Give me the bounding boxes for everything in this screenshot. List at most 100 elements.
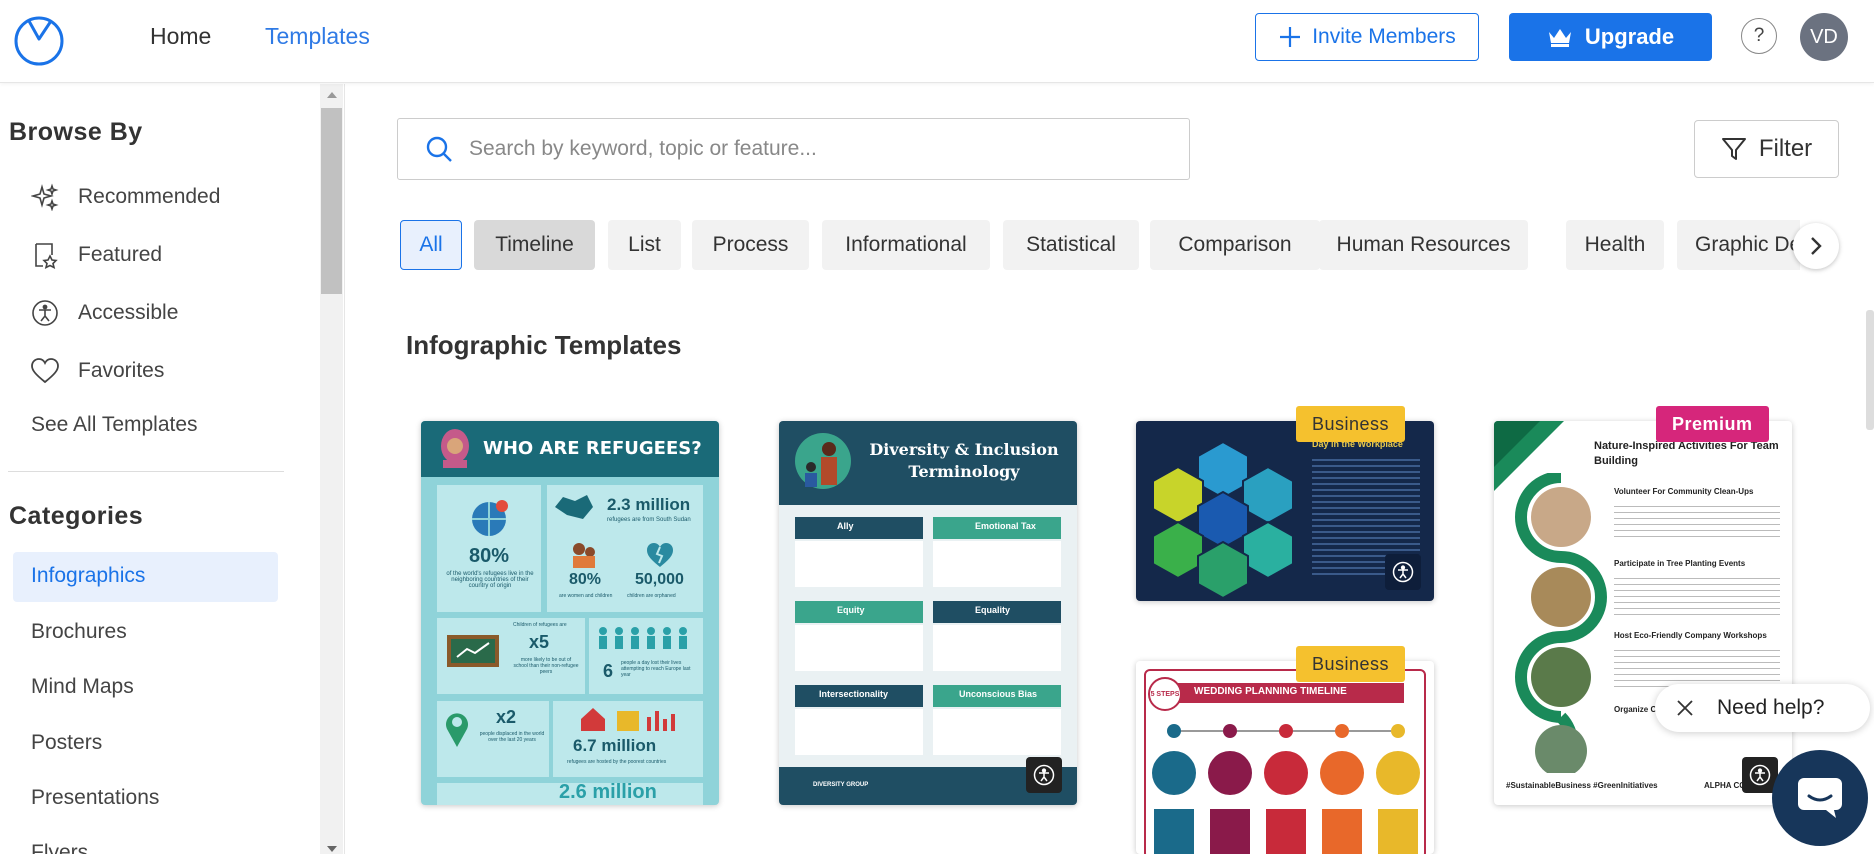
sidebar-divider [8, 471, 284, 472]
sidebar-item-accessible[interactable]: Accessible [30, 293, 178, 333]
stat-value: x5 [529, 632, 550, 652]
stat-value: 6.7 million [573, 736, 657, 755]
chip-informational[interactable]: Informational [822, 220, 990, 270]
family-icon [573, 543, 595, 568]
nav-templates[interactable]: Templates [265, 22, 370, 50]
card-title: WHO ARE REFUGEES? [483, 438, 702, 459]
card-title: WEDDING PLANNING TIMELINE [1194, 686, 1347, 697]
filter-icon [1721, 138, 1746, 160]
avatar[interactable]: VD [1800, 13, 1848, 61]
house-money-chart-icon [581, 708, 675, 731]
card-title: Diversity & Inclusion Terminology [869, 440, 1059, 481]
crown-icon [1548, 29, 1571, 47]
term-label: Intersectionality [819, 689, 889, 699]
help-text: Need help? [1717, 696, 1825, 719]
sidebar-item-brochures[interactable]: Brochures [31, 620, 127, 644]
stat-caption: children are orphaned [627, 593, 676, 599]
template-card-diversity[interactable]: Diversity & Inclusion Terminology Ally E… [779, 421, 1077, 805]
chip-health[interactable]: Health [1566, 220, 1664, 270]
chip-comparison[interactable]: Comparison [1150, 220, 1320, 270]
filter-button[interactable]: Filter [1694, 120, 1839, 178]
chip-timeline[interactable]: Timeline [474, 220, 595, 270]
sidebar-item-favorites[interactable]: Favorites [30, 351, 164, 391]
upgrade-button[interactable]: Upgrade [1509, 13, 1712, 61]
accessibility-icon [30, 298, 60, 328]
chip-human-resources[interactable]: Human Resources [1319, 220, 1528, 270]
upgrade-label: Upgrade [1584, 24, 1675, 49]
term-body [795, 541, 923, 587]
chips-next-button[interactable] [1793, 223, 1839, 269]
card-footer-label: DIVERSITY GROUP [813, 782, 869, 788]
sidebar-item-mind-maps[interactable]: Mind Maps [31, 675, 134, 699]
timeline-steps-icon [1152, 724, 1420, 854]
chalkboard-icon [447, 635, 499, 667]
term-label: Unconscious Bias [959, 689, 1038, 699]
template-card-nature[interactable]: Nature-Inspired Activities For Team Buil… [1494, 421, 1792, 805]
term-body [933, 709, 1061, 755]
chip-statistical[interactable]: Statistical [1003, 220, 1139, 270]
sidebar-scrollbar-thumb[interactable] [321, 108, 342, 294]
sidebar-item-featured[interactable]: Featured [30, 235, 162, 275]
plus-icon [1280, 27, 1301, 47]
sidebar-item-recommended[interactable]: Recommended [30, 177, 220, 217]
term-label: Equality [975, 605, 1011, 615]
help-button[interactable]: ? [1741, 18, 1777, 54]
sidebar-item-flyers[interactable]: Flyers [31, 841, 88, 854]
term-body [933, 541, 1061, 587]
scroll-up-arrow-icon[interactable] [327, 92, 337, 98]
nav-home[interactable]: Home [150, 22, 211, 50]
accessible-badge-icon [1385, 554, 1421, 590]
scroll-down-arrow-icon[interactable] [327, 846, 337, 852]
person-illustration-icon [441, 429, 469, 468]
search-icon [426, 136, 452, 162]
chat-button[interactable] [1772, 750, 1868, 846]
stat-caption: people a day lost their lives attempting… [621, 660, 691, 678]
photo-chain-icon [1515, 473, 1607, 773]
sidebar-item-infographics[interactable]: Infographics [31, 564, 145, 588]
term-label: Equity [837, 605, 865, 615]
sidebar-item-label: Featured [78, 243, 163, 266]
steps-badge: 5 STEPS [1148, 677, 1182, 711]
sidebar-item-presentations[interactable]: Presentations [31, 786, 159, 810]
invite-members-label: Invite Members [1312, 25, 1456, 48]
text-lines [1614, 501, 1780, 541]
stat-caption: Children of refugees are [513, 622, 567, 628]
main-scrollbar[interactable] [1866, 310, 1874, 430]
map-icon [555, 495, 593, 519]
chip-all[interactable]: All [400, 220, 462, 270]
star-document-icon [30, 240, 60, 270]
location-pin-icon [446, 713, 468, 747]
people-illustration-icon [795, 433, 851, 489]
sidebar: Browse By Recommended Featured Accessibl… [0, 84, 345, 854]
stat-value: 2.3 million [607, 495, 691, 514]
sidebar-item-label: Recommended [78, 185, 221, 208]
broken-heart-icon [647, 543, 673, 567]
chip-graphic-design[interactable]: Graphic De [1677, 220, 1800, 270]
template-card-wedding[interactable]: WEDDING PLANNING TIMELINE 5 STEPS [1136, 661, 1434, 854]
activity-title: Volunteer For Community Clean-Ups [1614, 487, 1754, 496]
sidebar-item-label: Favorites [78, 359, 165, 382]
filter-label: Filter [1758, 135, 1813, 162]
close-icon[interactable] [1673, 696, 1697, 720]
business-badge: Business [1296, 406, 1406, 442]
help-bubble[interactable]: Need help? [1655, 684, 1870, 732]
sidebar-item-posters[interactable]: Posters [31, 731, 102, 755]
chip-process[interactable]: Process [692, 220, 809, 270]
activity-title: Host Eco-Friendly Company Workshops [1614, 631, 1767, 640]
chat-icon [1798, 778, 1842, 818]
see-all-templates-link[interactable]: See All Templates [31, 413, 198, 437]
term-body [933, 625, 1061, 671]
sidebar-item-label: Accessible [78, 301, 179, 324]
template-card-refugees[interactable]: WHO ARE REFUGEES? 80% of the world's ref… [421, 421, 719, 805]
search-box[interactable] [397, 118, 1190, 180]
search-input[interactable] [469, 137, 1149, 161]
globe-icon [472, 500, 508, 536]
stat-caption: more likely to be out of school than the… [513, 657, 579, 675]
invite-members-button[interactable]: Invite Members [1255, 13, 1479, 61]
logo-icon[interactable] [12, 12, 66, 66]
stat-caption: refugees are hosted by the poorest count… [567, 759, 667, 765]
browse-by-heading: Browse By [9, 118, 143, 146]
stat-caption: people displaced in the world over the l… [479, 731, 545, 743]
chip-list[interactable]: List [608, 220, 681, 270]
accessible-badge-icon [1026, 757, 1062, 793]
